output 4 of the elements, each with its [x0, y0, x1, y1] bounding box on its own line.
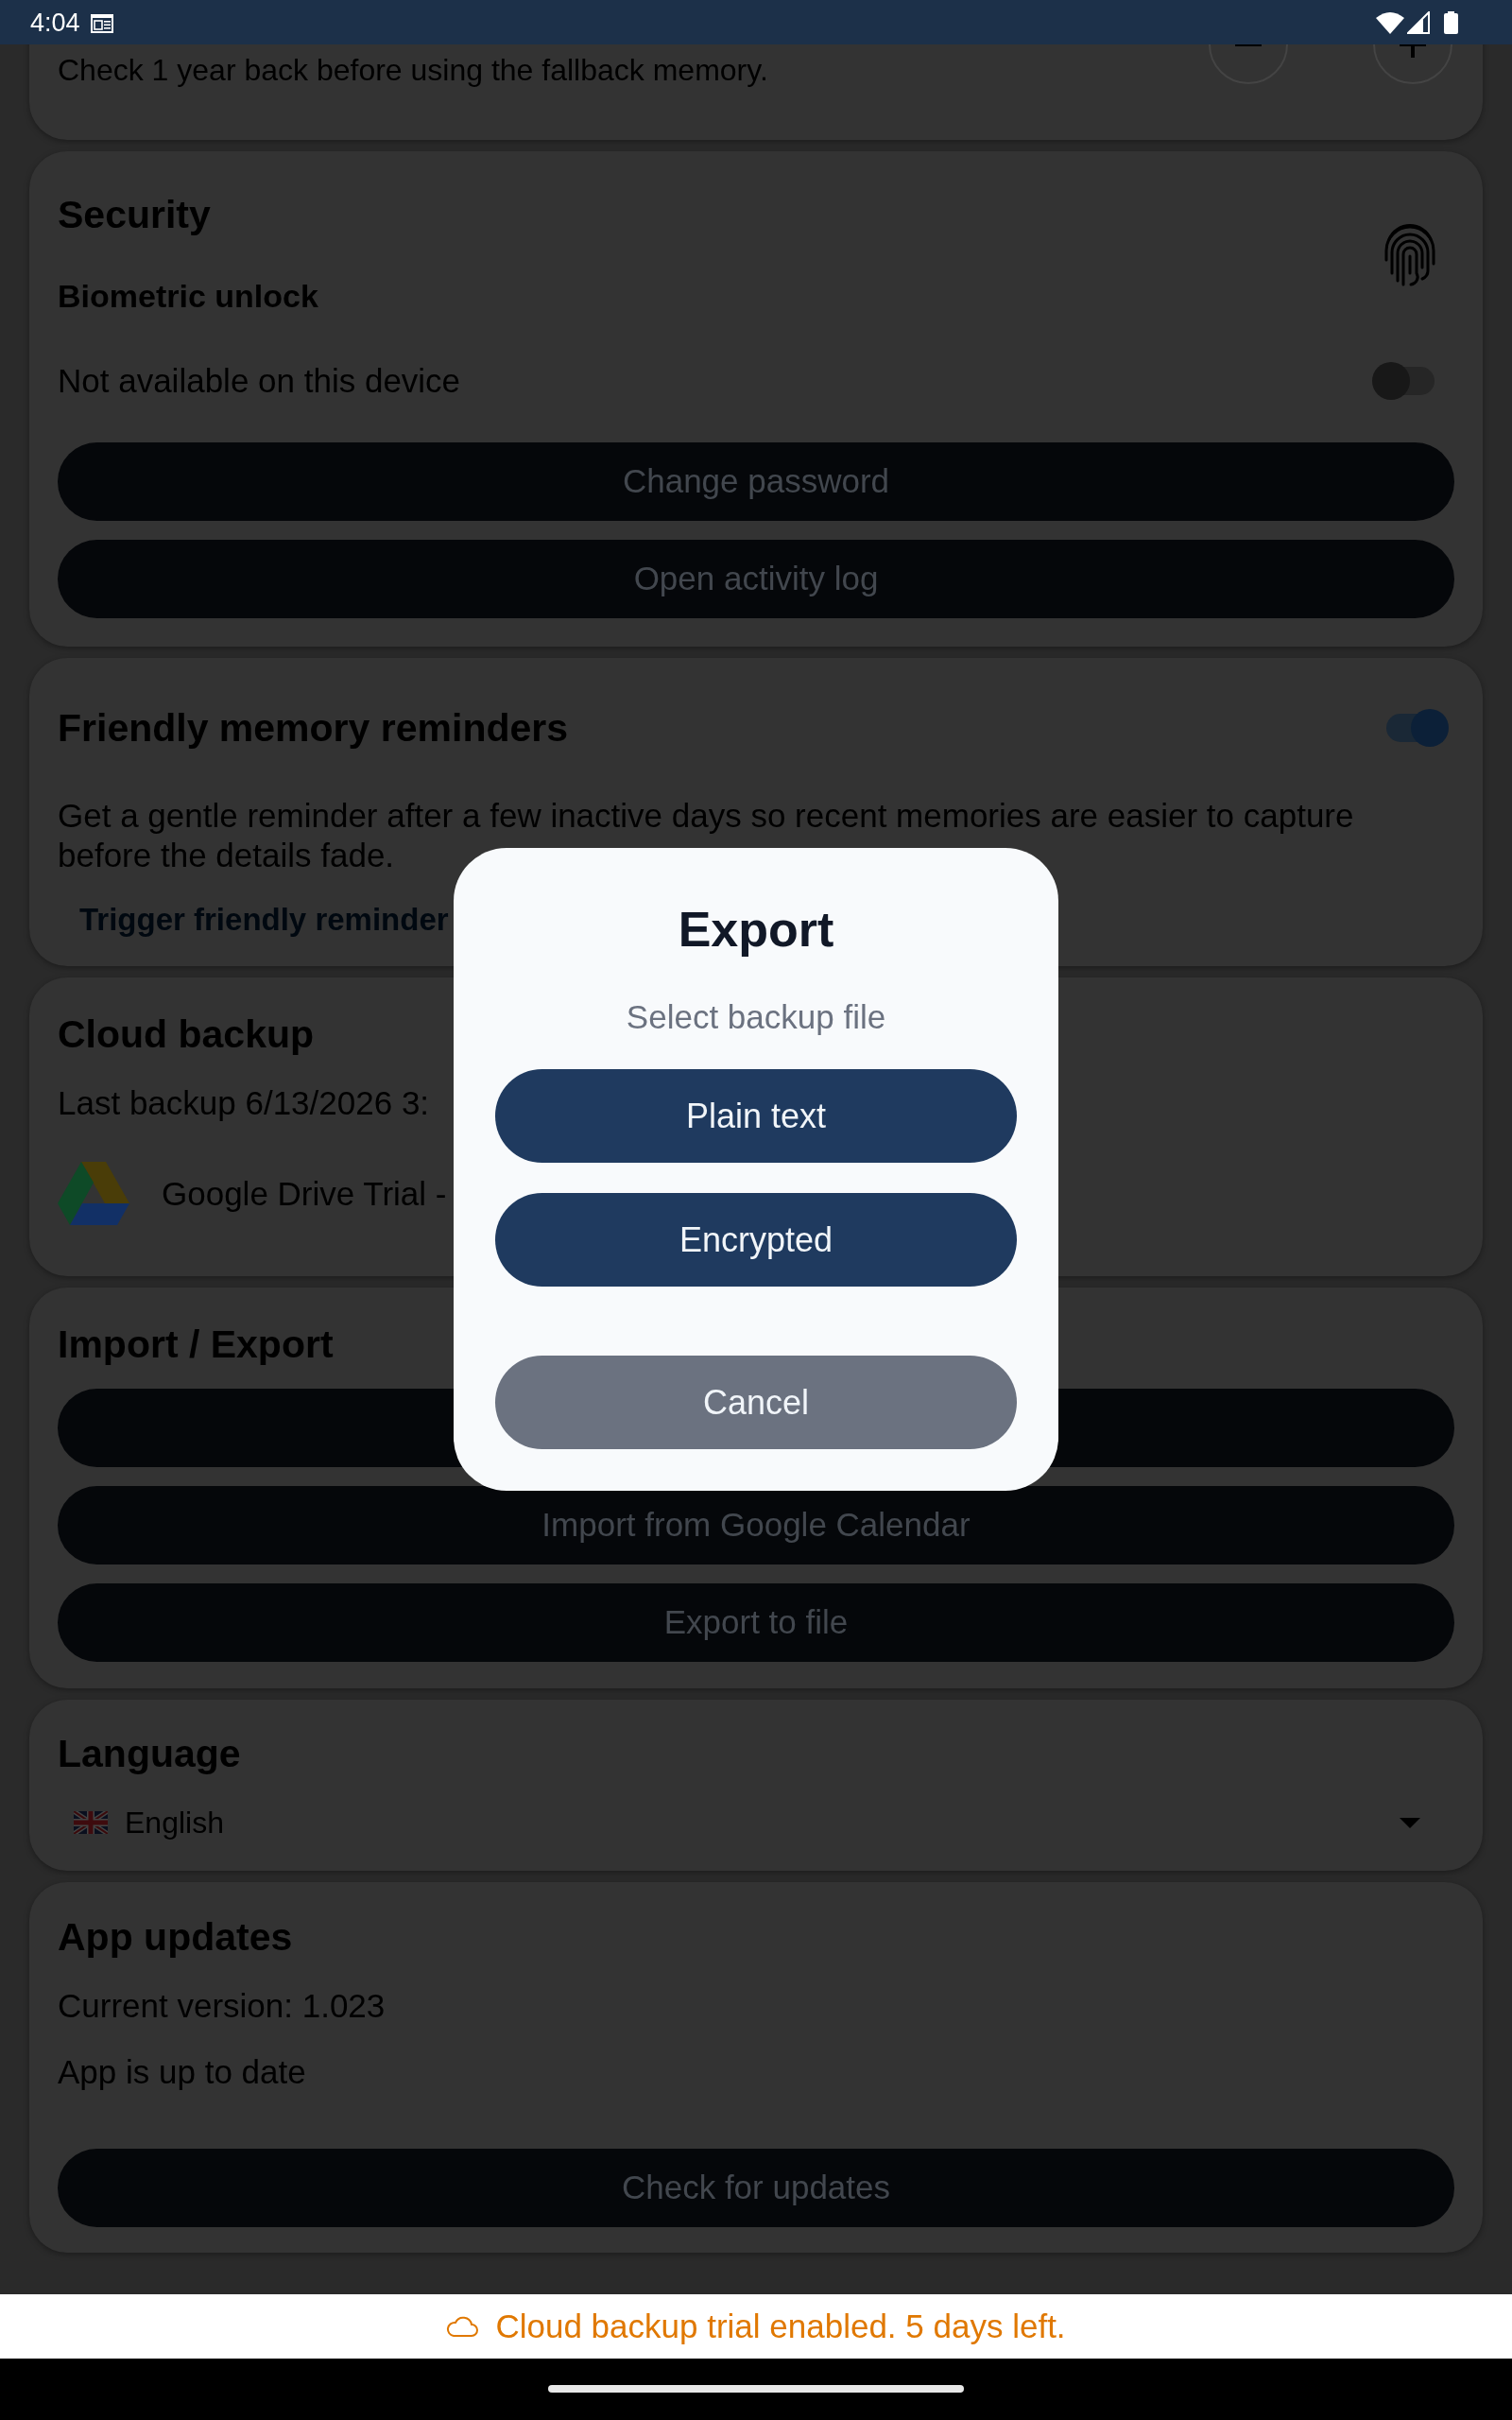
banner-text: Cloud backup trial enabled. 5 days left. [495, 2307, 1066, 2346]
dialog-subtitle: Select backup file [625, 997, 887, 1037]
status-time: 4:04 [30, 8, 80, 37]
dialog-title: Export [677, 901, 835, 959]
